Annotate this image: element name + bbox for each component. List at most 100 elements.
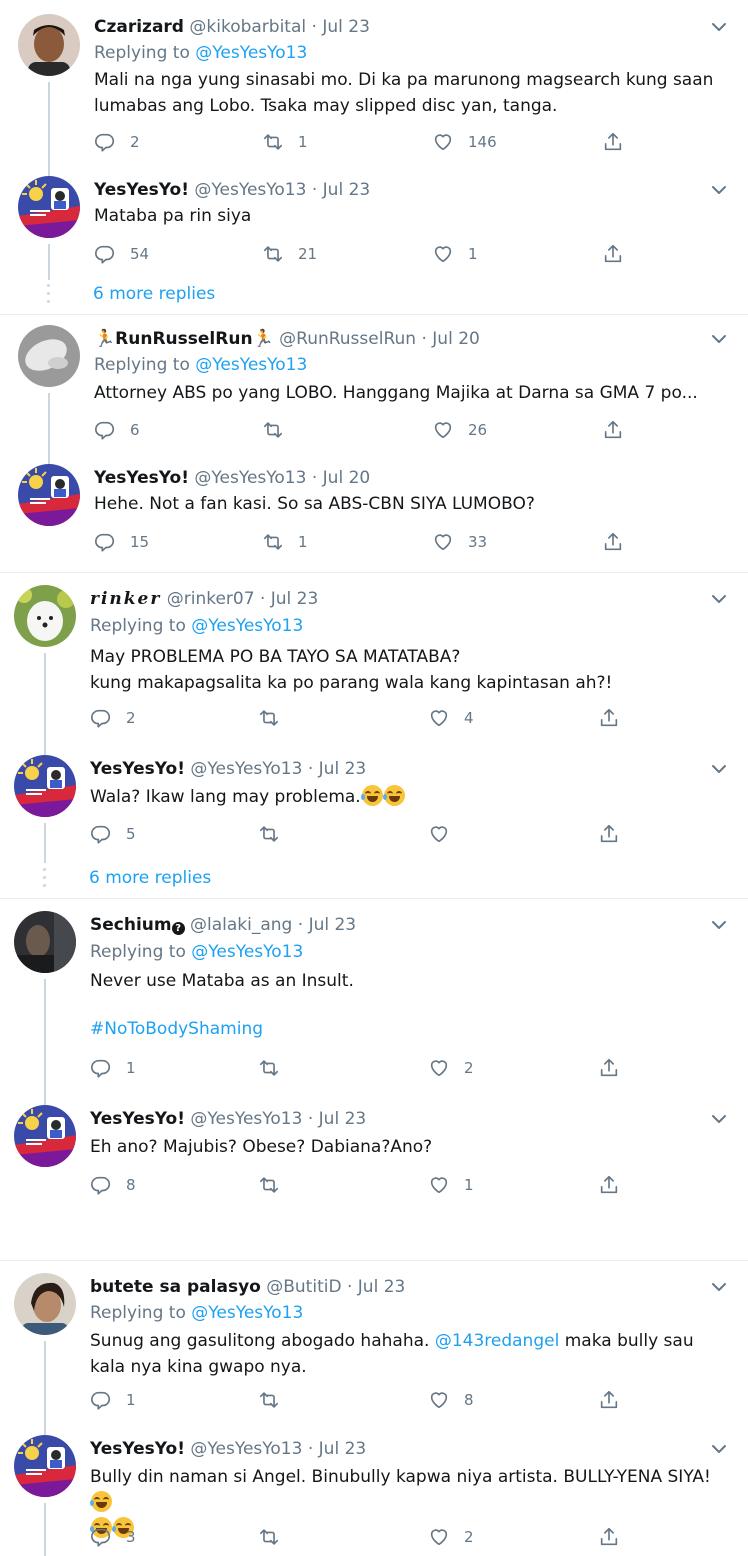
avatar[interactable] — [14, 911, 76, 973]
share-button[interactable] — [598, 705, 620, 731]
chevron-down-icon[interactable] — [708, 16, 730, 38]
share-button[interactable] — [598, 1387, 620, 1413]
retweet-button[interactable] — [258, 1172, 294, 1198]
retweet-button[interactable] — [258, 705, 294, 731]
retweet-button[interactable]: 1 — [262, 529, 308, 555]
like-button[interactable]: 4 — [428, 705, 474, 731]
avatar[interactable] — [14, 1273, 76, 1335]
handle[interactable]: @YesYesYo13 — [194, 468, 306, 488]
tweet-date[interactable]: Jul 23 — [358, 1277, 406, 1297]
display-name[interactable]: RunRusselRun — [115, 329, 252, 349]
retweet-button[interactable]: 1 — [262, 129, 308, 155]
tweet-date[interactable]: Jul 20 — [323, 468, 371, 488]
tweet-date[interactable]: Jul 23 — [322, 17, 370, 37]
like-button[interactable]: 33 — [432, 529, 487, 555]
display-name[interactable]: YesYesYo! — [90, 1439, 185, 1459]
handle[interactable]: @YesYesYo13 — [190, 759, 302, 779]
chevron-down-icon[interactable] — [708, 179, 730, 201]
tweet-rinker[interactable]: rinker @rinker07 · Jul 23 Replying to @Y… — [0, 573, 748, 743]
tweet-date[interactable]: Jul 23 — [309, 915, 357, 935]
mention-link[interactable]: @143redangel — [435, 1331, 559, 1351]
tweet-date[interactable]: Jul 23 — [323, 180, 371, 200]
share-button[interactable] — [598, 1524, 620, 1550]
retweet-button[interactable] — [258, 821, 294, 847]
hashtag-link[interactable]: #NoToBodyShaming — [90, 1019, 263, 1039]
reply-button[interactable]: 6 — [94, 417, 140, 443]
reply-button[interactable]: 8 — [90, 1172, 136, 1198]
reply-button[interactable]: 5 — [90, 821, 136, 847]
handle[interactable]: @YesYesYo13 — [190, 1439, 302, 1459]
chevron-down-icon[interactable] — [708, 588, 730, 610]
display-name[interactable]: rinker — [90, 589, 161, 609]
tweet-yesyesyo[interactable]: YesYesYo! @YesYesYo13 · Jul 23 Mataba pa… — [0, 170, 748, 280]
display-name[interactable]: Sechium — [90, 915, 172, 935]
avatar[interactable] — [14, 1435, 76, 1497]
handle[interactable]: @kikobarbital — [189, 17, 306, 37]
share-button[interactable] — [598, 821, 620, 847]
mention-link[interactable]: @YesYesYo13 — [195, 355, 307, 375]
share-button[interactable] — [598, 1055, 620, 1081]
like-button[interactable]: 2 — [428, 1055, 474, 1081]
avatar[interactable] — [18, 14, 80, 76]
reply-button[interactable]: 54 — [94, 241, 149, 267]
handle[interactable]: @ButitiD — [266, 1277, 341, 1297]
like-button[interactable] — [428, 821, 464, 847]
reply-button[interactable]: 3 — [90, 1524, 136, 1550]
tweet-yesyesyo[interactable]: YesYesYo! @YesYesYo13 · Jul 23 Wala? Ika… — [0, 743, 748, 863]
tweet-date[interactable]: Jul 23 — [319, 1439, 367, 1459]
avatar[interactable] — [14, 1105, 76, 1167]
mention-link[interactable]: @YesYesYo13 — [195, 43, 307, 63]
retweet-button[interactable] — [262, 417, 298, 443]
avatar[interactable] — [14, 585, 76, 647]
chevron-down-icon[interactable] — [708, 1108, 730, 1130]
chevron-down-icon[interactable] — [708, 1438, 730, 1460]
share-button[interactable] — [602, 241, 624, 267]
reply-button[interactable]: 2 — [90, 705, 136, 731]
retweet-button[interactable] — [258, 1387, 294, 1413]
share-button[interactable] — [598, 1172, 620, 1198]
tweet-czarizard[interactable]: Czarizard @kikobarbital · Jul 23 Replyin… — [0, 0, 748, 170]
display-name[interactable]: Czarizard — [94, 17, 184, 37]
tweet-date[interactable]: Jul 20 — [432, 329, 480, 349]
tweet-butete[interactable]: butete sa palasyo @ButitiD · Jul 23 Repl… — [0, 1261, 748, 1421]
display-name[interactable]: YesYesYo! — [94, 468, 189, 488]
like-button[interactable]: 1 — [432, 241, 478, 267]
chevron-down-icon[interactable] — [708, 914, 730, 936]
more-replies-link[interactable]: 6 more replies — [93, 284, 215, 304]
display-name[interactable]: YesYesYo! — [90, 759, 185, 779]
chevron-down-icon[interactable] — [708, 758, 730, 780]
retweet-button[interactable] — [258, 1055, 294, 1081]
display-name[interactable]: YesYesYo! — [90, 1109, 185, 1129]
tweet-date[interactable]: Jul 23 — [319, 759, 367, 779]
handle[interactable]: @YesYesYo13 — [190, 1109, 302, 1129]
more-replies-link[interactable]: 6 more replies — [89, 868, 211, 888]
like-button[interactable]: 8 — [428, 1387, 474, 1413]
retweet-button[interactable] — [258, 1524, 294, 1550]
avatar[interactable] — [18, 325, 80, 387]
like-button[interactable]: 146 — [432, 129, 497, 155]
like-button[interactable]: 26 — [432, 417, 487, 443]
chevron-down-icon[interactable] — [708, 328, 730, 350]
like-button[interactable]: 1 — [428, 1172, 474, 1198]
avatar[interactable] — [14, 755, 76, 817]
mention-link[interactable]: @YesYesYo13 — [191, 1303, 303, 1323]
chevron-down-icon[interactable] — [708, 1276, 730, 1298]
handle[interactable]: @RunRusselRun — [279, 329, 416, 349]
reply-button[interactable]: 15 — [94, 529, 149, 555]
avatar[interactable] — [18, 464, 80, 526]
tweet-date[interactable]: Jul 23 — [271, 589, 319, 609]
retweet-button[interactable]: 21 — [262, 241, 317, 267]
like-button[interactable]: 2 — [428, 1524, 474, 1550]
handle[interactable]: @YesYesYo13 — [194, 180, 306, 200]
tweet-date[interactable]: Jul 23 — [319, 1109, 367, 1129]
share-button[interactable] — [602, 417, 624, 443]
mention-link[interactable]: @YesYesYo13 — [191, 942, 303, 962]
tweet-yesyesyo[interactable]: YesYesYo! @YesYesYo13 · Jul 23 Bully din… — [0, 1421, 748, 1556]
reply-button[interactable]: 1 — [90, 1055, 136, 1081]
avatar[interactable] — [18, 176, 80, 238]
display-name[interactable]: YesYesYo! — [94, 180, 189, 200]
share-button[interactable] — [602, 129, 624, 155]
tweet-yesyesyo[interactable]: YesYesYo! @YesYesYo13 · Jul 20 Hehe. Not… — [0, 460, 748, 570]
display-name[interactable]: butete sa palasyo — [90, 1277, 261, 1297]
tweet-runrusselrun[interactable]: 🏃RunRusselRun🏃 @RunRusselRun · Jul 20 Re… — [0, 315, 748, 460]
